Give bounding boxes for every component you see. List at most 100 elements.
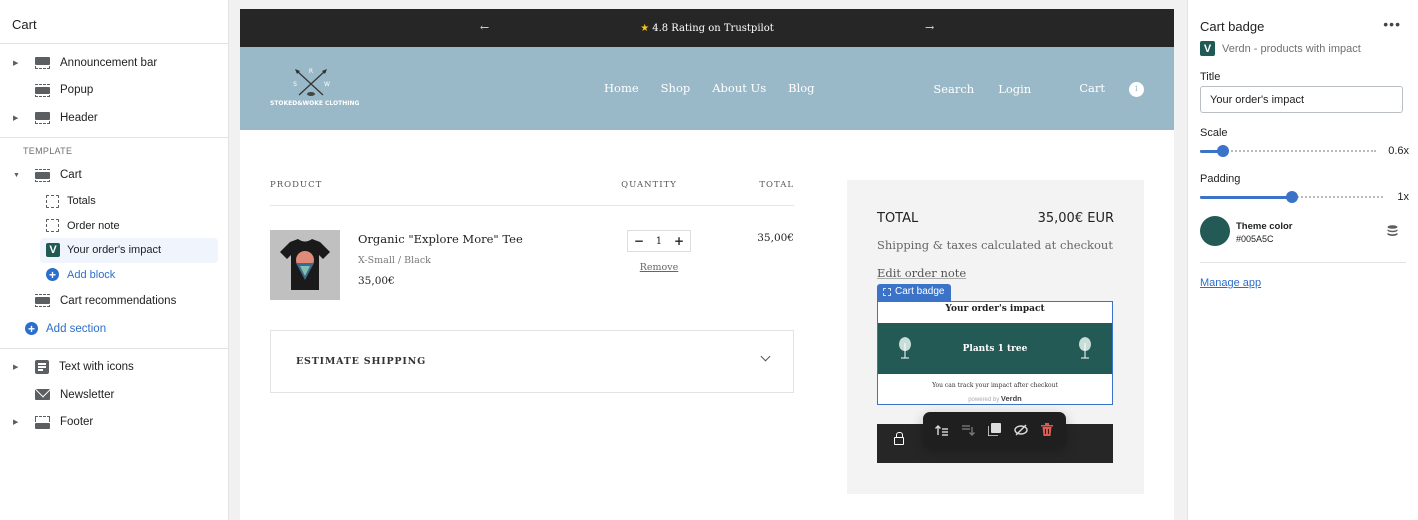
nav-blog[interactable]: Blog — [788, 81, 814, 95]
sidebar-item-popup[interactable]: Popup — [0, 77, 228, 105]
increase-quantity-button[interactable]: + — [674, 234, 684, 248]
block-totals[interactable]: Totals — [40, 189, 218, 214]
store-logo[interactable]: R S W STOKED&WOKE CLOTHING — [270, 67, 359, 112]
arrow-right-icon[interactable]: → — [925, 21, 934, 34]
dynamic-source-icon[interactable] — [1387, 225, 1398, 237]
title-input[interactable] — [1200, 86, 1403, 113]
scale-slider-handle[interactable] — [1217, 145, 1229, 157]
scale-slider[interactable] — [1200, 145, 1376, 157]
block-order-note[interactable]: Order note — [40, 214, 218, 239]
block-your-orders-impact[interactable]: V Your order's impact — [40, 238, 218, 263]
delete-button[interactable] — [1037, 420, 1057, 440]
padding-slider-handle[interactable] — [1286, 191, 1298, 203]
scale-value: 0.6x — [1388, 145, 1409, 157]
verdn-app-icon: V — [46, 243, 60, 258]
sidebar-item-header[interactable]: ▶ Header — [0, 104, 228, 132]
main-nav: Home Shop About Us Blog — [604, 81, 837, 95]
sidebar-item-text-with-icons[interactable]: ▶ Text with icons — [0, 354, 228, 382]
add-section-button[interactable]: + Add section — [0, 315, 228, 343]
sidebar-item-footer[interactable]: ▶ Footer — [0, 409, 228, 437]
padding-label: Padding — [1200, 173, 1241, 185]
caret-right-icon[interactable]: ▶ — [0, 59, 25, 67]
estimate-shipping-accordion[interactable]: ESTIMATE SHIPPING — [270, 330, 794, 393]
sidebar-item-cart-recommendations[interactable]: Cart recommendations — [0, 287, 228, 315]
hide-icon — [1013, 424, 1028, 435]
sidebar-title: Cart — [0, 0, 228, 44]
duplicate-icon — [987, 423, 1001, 436]
product-price: 35,00€ — [358, 275, 395, 287]
powered-by: powered by Verdn — [968, 394, 1022, 403]
more-options-icon[interactable]: ••• — [1383, 16, 1401, 32]
sidebar-item-newsletter[interactable]: Newsletter — [0, 381, 228, 409]
sidebar-item-label: Header — [60, 111, 98, 124]
add-block-label: Add block — [67, 268, 116, 281]
lock-icon — [894, 432, 904, 445]
mail-icon — [35, 389, 50, 401]
store-preview: ← ★ 4.8 Rating on Trustpilot → R S W STO… — [240, 9, 1174, 520]
announcement-bar[interactable]: ← ★ 4.8 Rating on Trustpilot → — [240, 9, 1174, 47]
store-header: R S W STOKED&WOKE CLOTHING Home Shop Abo… — [240, 47, 1174, 130]
padding-value: 1x — [1397, 191, 1409, 203]
add-block-button[interactable]: + Add block — [40, 263, 218, 288]
section-bottom-icon — [35, 415, 50, 429]
text-icon — [35, 360, 49, 375]
product-image[interactable] — [270, 230, 340, 300]
duplicate-button[interactable] — [984, 420, 1004, 440]
sidebar-item-label: Cart recommendations — [60, 294, 177, 307]
remove-item-link[interactable]: Remove — [640, 262, 679, 273]
theme-color-hex: #005A5C — [1236, 234, 1274, 244]
nav-cart[interactable]: Cart 1 — [1055, 81, 1144, 97]
preview-area: ← ★ 4.8 Rating on Trustpilot → R S W STO… — [229, 0, 1187, 520]
sections-sidebar: Cart ▶ Announcement bar Popup ▶ Header T… — [0, 0, 229, 520]
verdn-app-icon: V — [1200, 41, 1215, 56]
tree-icon — [899, 337, 911, 359]
nav-cart-label: Cart — [1079, 81, 1105, 95]
cart-line-item: Organic "Explore More" Tee X-Small / Bla… — [270, 206, 794, 326]
header-group: ▶ Announcement bar Popup ▶ Header — [0, 44, 228, 138]
manage-app-link[interactable]: Manage app — [1200, 277, 1261, 289]
template-heading: TEMPLATE — [23, 145, 73, 156]
edit-order-note-link[interactable]: Edit order note — [877, 266, 966, 280]
nav-about-us[interactable]: About Us — [712, 81, 766, 95]
impact-text: Plants 1 tree — [962, 343, 1028, 354]
theme-color-label: Theme color — [1236, 221, 1293, 232]
padding-slider[interactable] — [1200, 191, 1383, 203]
product-name[interactable]: Organic "Explore More" Tee — [358, 232, 574, 246]
cart-badge-block[interactable]: Your order's impact Plants 1 tree You ca… — [877, 301, 1113, 405]
hide-button[interactable] — [1011, 420, 1031, 440]
svg-text:S: S — [293, 81, 297, 88]
block-label: Your order's impact — [67, 244, 162, 257]
quantity-stepper[interactable]: − 1 + — [627, 230, 691, 252]
move-down-icon — [962, 424, 976, 436]
move-down-button[interactable] — [958, 420, 978, 440]
plus-circle-icon: + — [25, 322, 38, 335]
sidebar-item-cart[interactable]: ▼ Cart — [0, 162, 228, 190]
star-icon: ★ — [640, 22, 650, 34]
cart-items: PRODUCT QUANTITY TOTAL Organic "Explore … — [270, 180, 794, 326]
section-top-icon — [35, 56, 50, 70]
sidebar-item-announcement-bar[interactable]: ▶ Announcement bar — [0, 49, 228, 77]
section-icon — [35, 294, 50, 308]
move-up-button[interactable] — [932, 420, 952, 440]
decrease-quantity-button[interactable]: − — [634, 234, 644, 248]
nav-login[interactable]: Login — [998, 82, 1031, 96]
nav-search[interactable]: Search — [933, 82, 974, 96]
footer-group: ▶ Text with icons Newsletter ▶ Footer — [0, 349, 228, 442]
caret-right-icon[interactable]: ▶ — [0, 418, 25, 426]
quantity-column: − 1 + Remove — [574, 230, 704, 326]
nav-shop[interactable]: Shop — [661, 81, 691, 95]
block-label: Totals — [67, 195, 96, 208]
caret-right-icon[interactable]: ▶ — [0, 114, 25, 122]
sidebar-item-label: Cart — [60, 169, 82, 182]
quantity-value[interactable]: 1 — [656, 236, 662, 247]
sidebar-item-label: Announcement bar — [60, 56, 158, 69]
product-variant: X-Small / Black — [358, 255, 431, 266]
selected-block-tab[interactable]: Cart badge — [877, 284, 952, 301]
theme-color-swatch[interactable] — [1200, 216, 1230, 246]
settings-title: Cart badge — [1200, 19, 1265, 34]
caret-right-icon[interactable]: ▶ — [0, 363, 25, 371]
arrow-left-icon[interactable]: ← — [480, 21, 489, 34]
caret-down-icon[interactable]: ▼ — [0, 172, 25, 179]
crossed-arrows-icon: R S W — [293, 68, 330, 96]
nav-home[interactable]: Home — [604, 81, 639, 95]
